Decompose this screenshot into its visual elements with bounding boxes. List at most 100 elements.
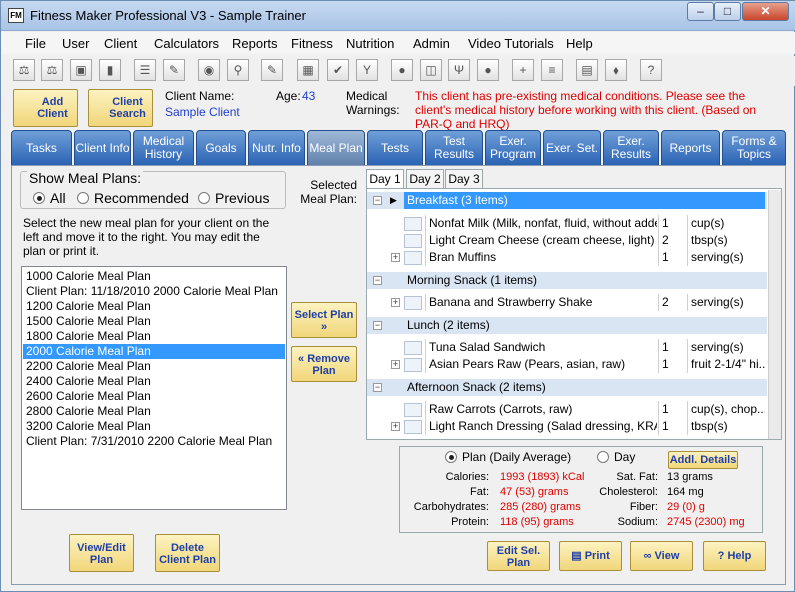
food-row[interactable]: Tuna Salad Sandwich 1 serving(s) xyxy=(367,339,767,356)
close-button[interactable]: ✕ xyxy=(742,2,789,21)
row-selector[interactable] xyxy=(404,251,422,265)
menu-video-tutorials[interactable]: Video Tutorials xyxy=(468,36,554,51)
collapse-icon[interactable]: − xyxy=(373,196,382,205)
expand-icon[interactable]: + xyxy=(391,360,400,369)
grid-scrollbar[interactable] xyxy=(768,190,781,439)
tab-nutr-info[interactable]: Nutr. Info xyxy=(248,130,305,166)
food-row[interactable]: Light Cream Cheese (cream cheese, light)… xyxy=(367,232,767,249)
print-button[interactable]: ▤ Print xyxy=(559,541,622,571)
meal-plan-list-item[interactable]: 1200 Calorie Meal Plan xyxy=(23,299,285,314)
tab-medical-history[interactable]: Medical History xyxy=(133,130,194,166)
menu-calculators[interactable]: Calculators xyxy=(154,36,219,51)
toolbar-plus-icon-16[interactable]: + xyxy=(512,59,534,81)
client-search-button[interactable]: Client Search xyxy=(88,89,153,127)
collapse-icon[interactable]: − xyxy=(373,276,382,285)
tab-exer-program[interactable]: Exer. Program xyxy=(485,130,541,166)
toolbar-fork-icon-14[interactable]: Ψ xyxy=(448,59,470,81)
view-edit-plan-button[interactable]: View/Edit Plan xyxy=(69,534,134,572)
expand-icon[interactable]: + xyxy=(391,422,400,431)
tab-meal-plan[interactable]: Meal Plan xyxy=(307,130,365,167)
meal-header-row[interactable]: − Lunch (2 items) xyxy=(367,317,767,334)
add-client-button[interactable]: Add Client xyxy=(13,89,78,127)
row-selector[interactable] xyxy=(404,341,422,355)
toolbar-pepper-icon-15[interactable]: ● xyxy=(477,59,499,81)
row-selector[interactable] xyxy=(404,358,422,372)
tab-goals[interactable]: Goals xyxy=(196,130,246,166)
tab-reports[interactable]: Reports xyxy=(661,130,720,166)
menu-fitness[interactable]: Fitness xyxy=(291,36,333,51)
food-row[interactable]: Nonfat Milk (Milk, nonfat, fluid, withou… xyxy=(367,215,767,232)
menu-client[interactable]: Client xyxy=(104,36,137,51)
toolbar-save-icon-2[interactable]: ▣ xyxy=(70,59,92,81)
radio-all[interactable]: All xyxy=(33,190,66,206)
remove-plan-button[interactable]: « Remove Plan xyxy=(291,346,357,382)
view-button[interactable]: ∞ View xyxy=(630,541,693,571)
meal-plan-list-item[interactable]: Client Plan: 11/18/2010 2000 Calorie Mea… xyxy=(23,284,285,299)
expand-icon[interactable]: + xyxy=(391,253,400,262)
meal-plan-list-item[interactable]: 3200 Calorie Meal Plan xyxy=(23,419,285,434)
meal-plan-list-item[interactable]: 2200 Calorie Meal Plan xyxy=(23,359,285,374)
tab-exer-results[interactable]: Exer. Results xyxy=(603,130,659,166)
tab-tasks[interactable]: Tasks xyxy=(11,130,72,166)
meal-plan-list-item[interactable]: Client Plan: 7/31/2010 2200 Calorie Meal… xyxy=(23,434,285,449)
toolbar-clipboard-icon-18[interactable]: ▤ xyxy=(576,59,598,81)
meal-plan-list-item[interactable]: 2800 Calorie Meal Plan xyxy=(23,404,285,419)
toolbar-apple-icon-12[interactable]: ● xyxy=(391,59,413,81)
meal-plan-list-item[interactable]: 1000 Calorie Meal Plan xyxy=(23,269,285,284)
food-row[interactable]: + Asian Pears Raw (Pears, asian, raw) 1 fru… xyxy=(367,356,767,373)
menu-user[interactable]: User xyxy=(62,36,89,51)
radio-day[interactable]: Day xyxy=(597,450,635,464)
edit-selected-plan-button[interactable]: Edit Sel. Plan xyxy=(487,541,550,571)
help-button[interactable]: ? Help xyxy=(703,541,766,571)
toolbar-notepad-icon-8[interactable]: ✎ xyxy=(261,59,283,81)
addl-details-button[interactable]: Addl. Details xyxy=(668,451,738,469)
expand-icon[interactable]: + xyxy=(391,298,400,307)
select-plan-button[interactable]: Select Plan » xyxy=(291,302,357,338)
menu-reports[interactable]: Reports xyxy=(232,36,278,51)
tab-test-results[interactable]: Test Results xyxy=(425,130,483,166)
tab-exer-set[interactable]: Exer. Set. xyxy=(543,130,601,166)
minimize-button[interactable]: – xyxy=(687,2,714,21)
toolbar-document-icon-17[interactable]: ≡ xyxy=(541,59,563,81)
delete-client-plan-button[interactable]: Delete Client Plan xyxy=(155,534,220,572)
row-selector[interactable] xyxy=(404,296,422,310)
row-selector[interactable] xyxy=(404,217,422,231)
toolbar-bottle-icon-13[interactable]: ◫ xyxy=(420,59,442,81)
maximize-button[interactable]: □ xyxy=(714,2,741,21)
row-selector[interactable] xyxy=(404,234,422,248)
menu-nutrition[interactable]: Nutrition xyxy=(346,36,394,51)
food-row[interactable]: + Banana and Strawberry Shake 2 serving(s) xyxy=(367,294,767,311)
tab-day-1[interactable]: Day 1 xyxy=(366,169,404,189)
toolbar-book-icon-3[interactable]: ▮ xyxy=(99,59,121,81)
meal-header-row[interactable]: − Afternoon Snack (2 items) xyxy=(367,379,767,396)
tab-day-3[interactable]: Day 3 xyxy=(445,169,483,189)
toolbar-help-icon-20[interactable]: ? xyxy=(640,59,662,81)
meal-plan-grid[interactable]: − ▶ Breakfast (3 items) Nonfat Milk (Milk, … xyxy=(366,188,782,440)
tab-tests[interactable]: Tests xyxy=(367,130,423,166)
meal-header-row[interactable]: − Morning Snack (1 items) xyxy=(367,272,767,289)
toolbar-eraser-icon-19[interactable]: ⬧ xyxy=(605,59,627,81)
toolbar-checkers-icon-9[interactable]: ▦ xyxy=(297,59,319,81)
toolbar-glass-icon-11[interactable]: Y xyxy=(356,59,378,81)
toolbar-users-icon-6[interactable]: ◉ xyxy=(198,59,220,81)
food-row[interactable]: Raw Carrots (Carrots, raw) 1 cup(s), chop.… xyxy=(367,401,767,418)
meal-plan-list-item[interactable]: 2400 Calorie Meal Plan xyxy=(23,374,285,389)
menu-file[interactable]: File xyxy=(25,36,46,51)
food-row[interactable]: + Bran Muffins 1 serving(s) xyxy=(367,249,767,266)
meal-plan-list-item[interactable]: 2600 Calorie Meal Plan xyxy=(23,389,285,404)
toolbar-list-icon-4[interactable]: ☰ xyxy=(134,59,156,81)
toolbar-weights-icon-0[interactable]: ⚖ xyxy=(13,59,35,81)
meal-plan-list-item[interactable]: 1800 Calorie Meal Plan xyxy=(23,329,285,344)
meal-header-row[interactable]: − ▶ Breakfast (3 items) xyxy=(367,192,767,209)
meal-plan-list-item[interactable]: 2000 Calorie Meal Plan xyxy=(23,344,285,359)
toolbar-clipboard-icon-5[interactable]: ✎ xyxy=(163,59,185,81)
radio-plan-daily-average[interactable]: Plan (Daily Average) xyxy=(445,450,571,464)
collapse-icon[interactable]: − xyxy=(373,383,382,392)
tab-client-info[interactable]: Client Info xyxy=(74,130,131,166)
row-selector[interactable] xyxy=(404,420,422,434)
menu-admin[interactable]: Admin xyxy=(413,36,450,51)
meal-plan-list-item[interactable]: 1500 Calorie Meal Plan xyxy=(23,314,285,329)
tab-day-2[interactable]: Day 2 xyxy=(406,169,444,189)
radio-recommended[interactable]: Recommended xyxy=(77,190,189,206)
radio-previous[interactable]: Previous xyxy=(198,190,269,206)
